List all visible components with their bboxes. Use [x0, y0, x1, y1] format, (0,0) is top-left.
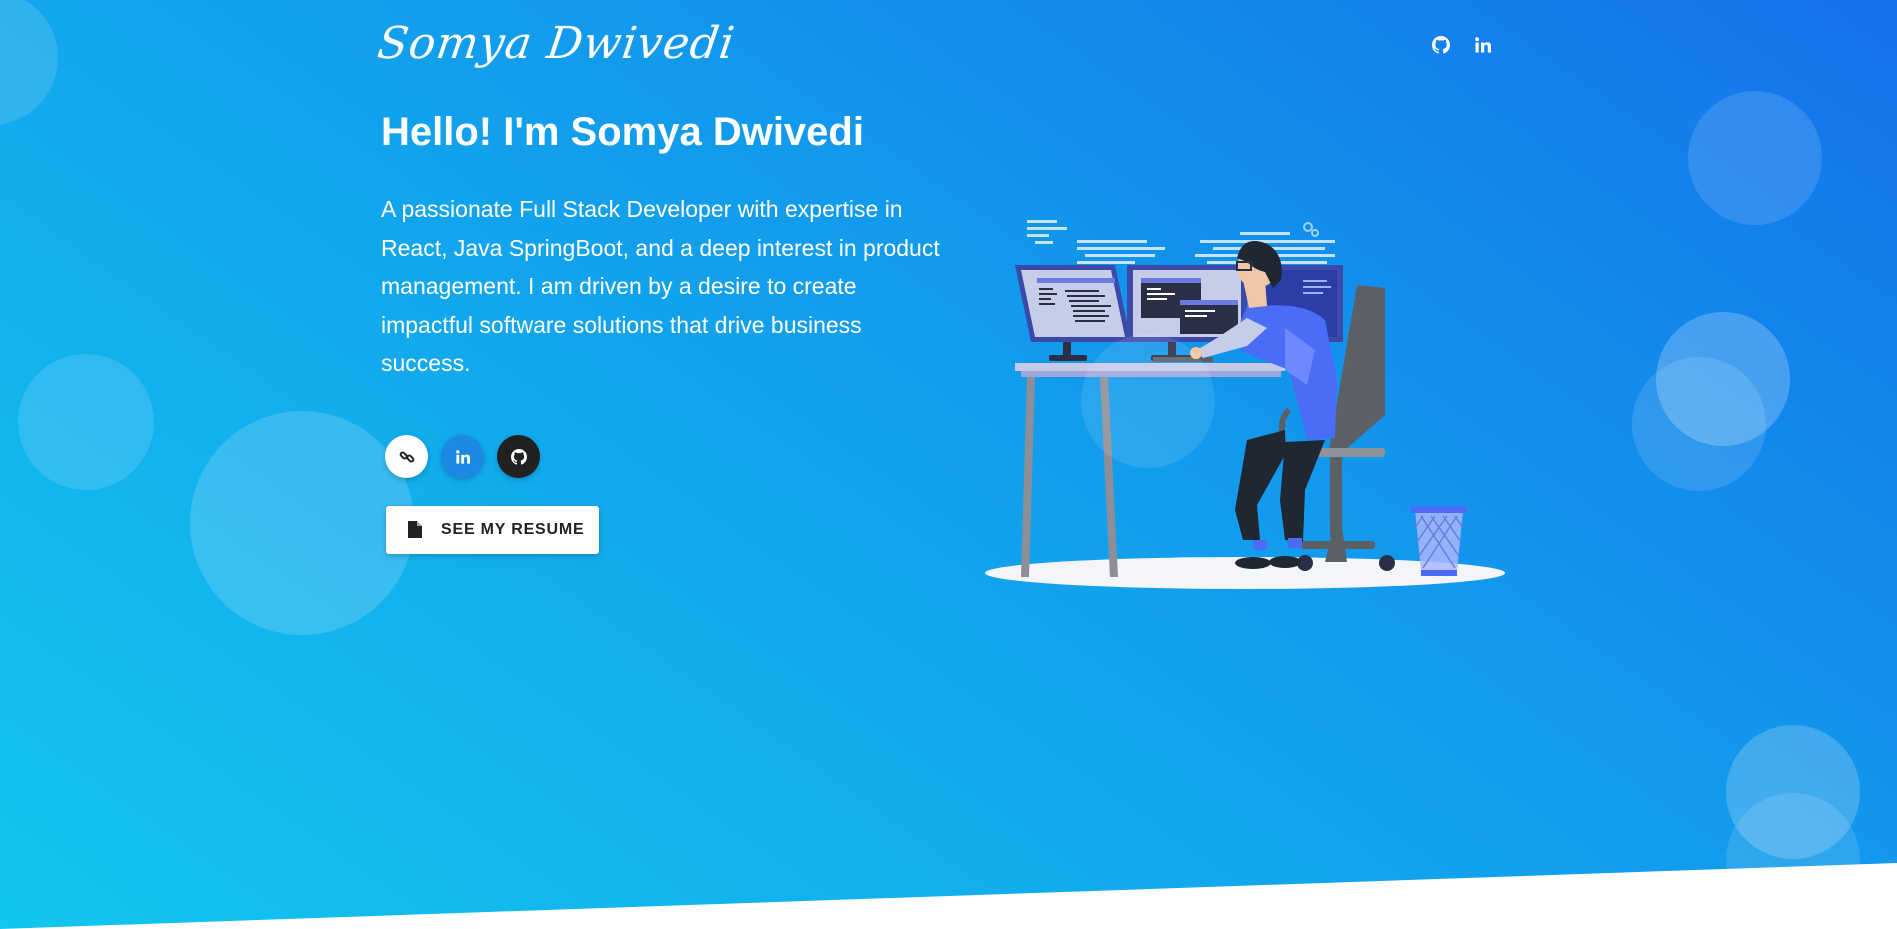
decorative-bubble	[1081, 334, 1215, 468]
see-resume-button[interactable]: SEE MY RESUME	[386, 506, 599, 554]
decorative-bubble	[0, 0, 58, 125]
linkedin-icon	[455, 449, 470, 464]
hero-description: A passionate Full Stack Developer with e…	[381, 196, 940, 376]
hero-section: Somya Dwivedi Hello! I'm Somya Dwivedi A…	[0, 0, 1897, 929]
decorative-bubble	[190, 411, 414, 635]
decorative-bubble	[1632, 357, 1766, 491]
developer-illustration	[985, 220, 1505, 589]
document-icon	[408, 521, 424, 539]
github-icon	[510, 448, 527, 465]
linkedin-icon[interactable]	[1472, 34, 1494, 56]
resume-button-label: SEE MY RESUME	[441, 521, 585, 538]
github-button[interactable]	[497, 435, 540, 478]
portfolio-link-button[interactable]	[385, 435, 428, 478]
decorative-bubble	[18, 354, 154, 490]
github-icon[interactable]	[1430, 34, 1452, 56]
social-links	[385, 435, 540, 478]
hero-title: Hello! I'm Somya Dwivedi	[381, 110, 864, 154]
link-icon	[399, 449, 415, 465]
site-logo[interactable]: Somya Dwivedi	[374, 18, 738, 69]
header-nav	[1430, 34, 1494, 56]
linkedin-button[interactable]	[441, 435, 484, 478]
decorative-bubble	[1688, 91, 1822, 225]
